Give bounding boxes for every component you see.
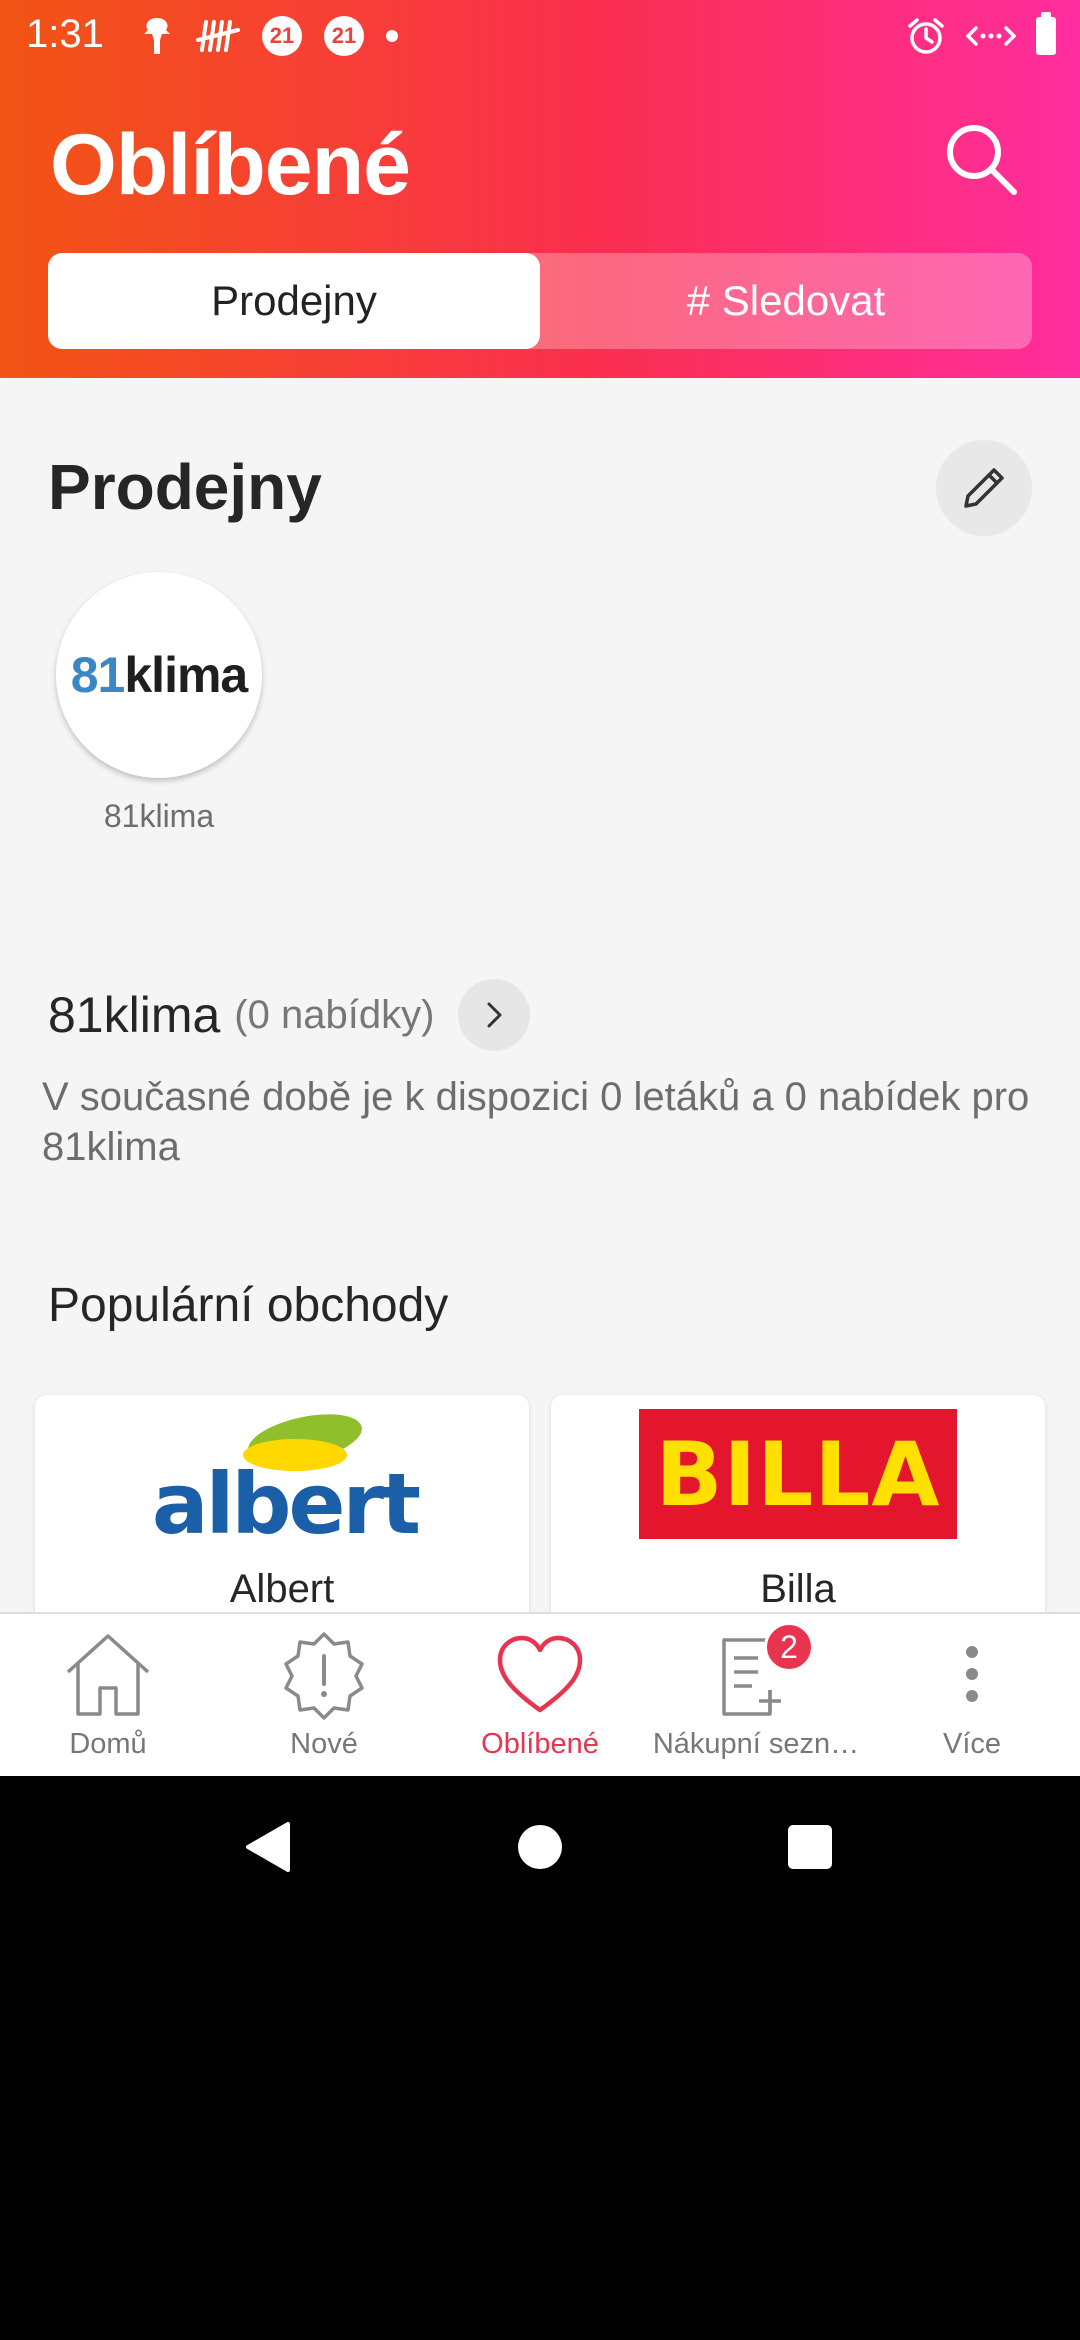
tab-sledovat[interactable]: # Sledovat [540,253,1032,349]
battery-icon [1036,12,1056,55]
shop-name: Billa [760,1567,836,1611]
page-title: Oblíbené [50,117,411,213]
store-offers-header[interactable]: 81klima (0 nabídky) [48,979,531,1051]
new-alert-icon [276,1630,372,1720]
system-back-button[interactable] [232,1812,302,1882]
calendar-badge-icon: 21 [324,16,364,56]
offers-description: V současné době je k dispozici 0 letáků … [42,1075,1030,1169]
shopping-list-icon: 2 [708,1622,814,1720]
search-icon [947,125,1017,195]
nav-item-home[interactable]: Domů [0,1614,216,1776]
status-notification-icons: 21 21 [140,14,398,58]
pencil-icon [964,468,1004,508]
favorites-tabs: Prodejny # Sledovat [48,253,1032,349]
chevron-right-icon [487,1002,502,1028]
more-notifications-dot [386,30,398,42]
system-recents-button[interactable] [775,1812,845,1882]
home-circle-icon [518,1825,562,1869]
bottom-navigation: Domů Nové Oblíbené 2 Nákupní sezn… Více [0,1612,1080,1776]
app-screen: 1:31 21 21 Oblíbené Prodejny # Sledovat … [0,0,1080,1776]
search-button[interactable] [940,118,1024,202]
stores-section-title: Prodejny [48,451,322,523]
open-store-button[interactable] [458,979,531,1051]
status-time: 1:31 [26,12,104,56]
nav-item-favorites[interactable]: Oblíbené [432,1614,648,1776]
status-system-icons [906,12,1056,58]
system-navigation-bar [0,1776,1080,1916]
nav-item-shopping-list[interactable]: 2 Nákupní sezn… [648,1614,864,1776]
albert-logo: albert [152,1414,423,1547]
tally-icon [196,20,240,52]
store-avatar-label: 81klima [103,798,215,834]
edit-stores-button[interactable] [936,440,1032,536]
shop-name: Albert [229,1567,335,1611]
system-home-button[interactable] [505,1812,575,1882]
back-triangle-icon [246,1822,290,1872]
notification-app-icon [144,18,170,54]
header: 1:31 21 21 Oblíbené Prodejny # Sledovat [0,0,1080,378]
alarm-icon [908,18,944,54]
heart-icon [492,1630,588,1720]
status-bar: 1:31 21 21 [0,0,1080,72]
svg-text:albert: albert [152,1455,420,1547]
calendar-badge-icon: 21 [262,16,302,56]
store-avatar-81klima[interactable]: 81klima [56,572,262,778]
tab-prodejny[interactable]: Prodejny [48,253,540,349]
more-vertical-icon [924,1630,1020,1720]
store-logo: 81klima [70,647,248,703]
popular-shops-title: Populární obchody [48,1279,449,1332]
offers-store-name: 81klima [48,987,221,1043]
nav-item-new[interactable]: Nové [216,1614,432,1776]
home-icon [60,1630,156,1720]
shopping-list-badge: 2 [764,1622,814,1672]
billa-logo: BILLA [639,1409,957,1539]
offers-count: (0 nabídky) [234,992,435,1037]
data-sync-icon [966,26,1016,46]
nav-item-more[interactable]: Více [864,1614,1080,1776]
recents-square-icon [788,1825,832,1869]
